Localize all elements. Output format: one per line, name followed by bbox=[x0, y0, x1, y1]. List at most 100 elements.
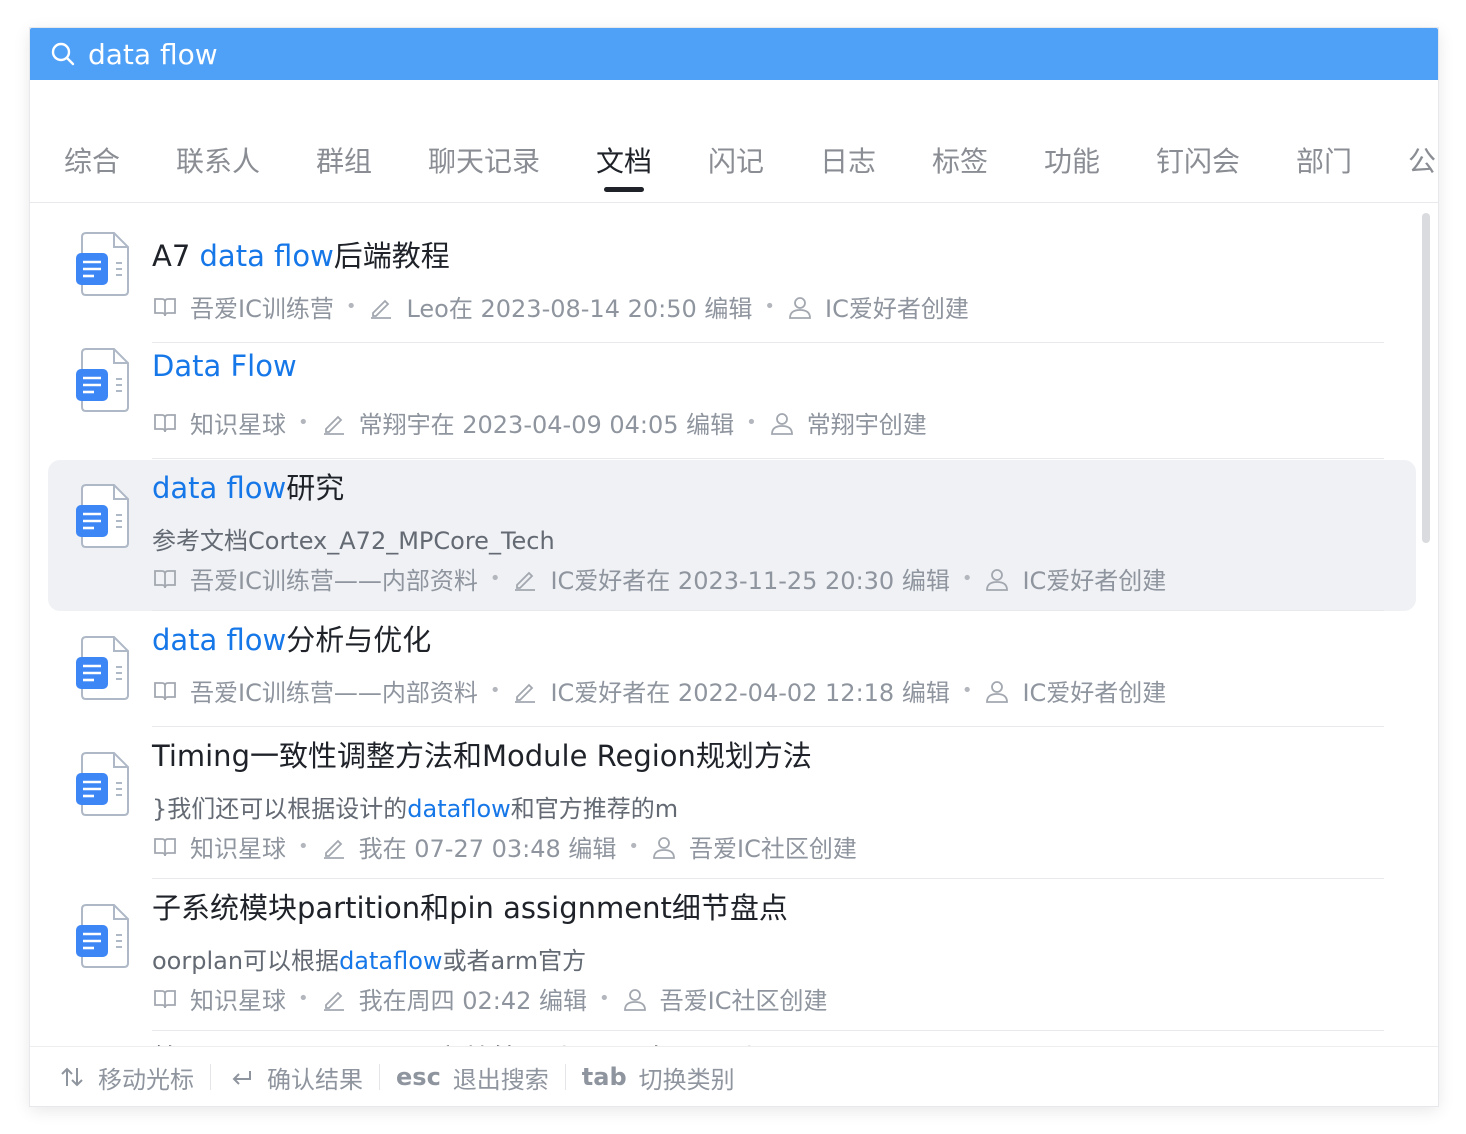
edit-icon bbox=[323, 991, 344, 1011]
meta-edited-text: 我在周四 02:42 编辑 bbox=[358, 987, 588, 1015]
result-item[interactable]: data flow研究参考文档Cortex_A72_MPCore_Tech 吾爱I… bbox=[48, 460, 1416, 611]
hint-confirm-label: 确认结果 bbox=[267, 1065, 363, 1094]
document-icon-wrap bbox=[76, 483, 130, 549]
tab-chat-history[interactable]: 聊天记录 bbox=[428, 140, 540, 180]
meta-edited: 常翔宇在 2023-04-09 04:05 编辑 bbox=[321, 405, 735, 440]
user-icon bbox=[789, 296, 811, 319]
snippet-match-highlight: dataflow bbox=[339, 947, 443, 975]
result-meta: 知识星球 • 我在周四 02:42 编辑 • 吾爱IC社区创建 bbox=[152, 981, 828, 1016]
snippet-text: }我们还可以根据设计的 bbox=[152, 795, 408, 823]
meta-source-text: 知识星球 bbox=[190, 987, 286, 1015]
meta-edited: IC爱好者在 2023-11-25 20:30 编辑 bbox=[512, 561, 950, 596]
title-text: A7 bbox=[152, 239, 200, 273]
tab-tags[interactable]: 标签 bbox=[932, 140, 988, 180]
snippet-text: 或者arm官方 bbox=[442, 947, 587, 975]
result-meta: 吾爱IC训练营 • Leo在 2023-08-14 20:50 编辑 • IC爱好者创建 bbox=[152, 289, 969, 324]
separator-dot: • bbox=[961, 680, 973, 701]
snippet-text: 参考文档Cortex_A72_MPCore_Tech bbox=[152, 527, 555, 555]
meta-source: 吾爱IC训练营——内部资料 bbox=[152, 561, 478, 596]
tab-all[interactable]: 综合 bbox=[64, 140, 120, 180]
meta-creator: 常翔宇创建 bbox=[769, 405, 927, 440]
document-icon-wrap bbox=[76, 635, 130, 701]
search-icon bbox=[51, 42, 75, 66]
edit-icon bbox=[323, 839, 344, 859]
meta-creator-text: 常翔宇创建 bbox=[806, 411, 927, 439]
active-tab-indicator bbox=[604, 187, 644, 192]
meta-edited: Leo在 2023-08-14 20:50 编辑 bbox=[368, 289, 752, 324]
tab-departments[interactable]: 部门 bbox=[1296, 140, 1352, 180]
meta-creator-text: IC爱好者创建 bbox=[1022, 567, 1167, 595]
hint-switch: tab 切换类别 bbox=[566, 1063, 751, 1094]
title-text: 后端教程 bbox=[333, 239, 450, 273]
document-icon-wrap bbox=[76, 903, 130, 969]
separator-dot: • bbox=[345, 296, 357, 317]
meta-creator: IC爱好者创建 bbox=[984, 561, 1166, 596]
result-meta: 知识星球 • 常翔宇在 2023-04-09 04:05 编辑 • 常翔宇创建 bbox=[152, 405, 927, 440]
document-icon bbox=[76, 484, 129, 548]
meta-source: 知识星球 bbox=[152, 829, 286, 864]
hint-exit: esc 退出搜索 bbox=[380, 1063, 566, 1094]
result-item[interactable]: Timing一致性调整方法和Module Region规划方法 }我们还可以根据设… bbox=[48, 727, 1416, 878]
document-icon bbox=[76, 636, 129, 700]
result-snippet: oorplan可以根据dataflow或者arm官方 bbox=[152, 941, 586, 976]
edit-icon bbox=[323, 415, 344, 435]
document-icon-wrap bbox=[76, 347, 130, 413]
separator-dot: • bbox=[298, 988, 309, 1009]
result-item[interactable]: A7 data flow后端教程 吾爱IC训练营 • Leo在 2023-08-14 … bbox=[48, 223, 1416, 339]
tab-groups[interactable]: 群组 bbox=[316, 140, 372, 180]
hint-move: 移动光标 bbox=[30, 1064, 211, 1094]
document-icon bbox=[76, 232, 129, 296]
knowledge-base-icon bbox=[154, 681, 176, 700]
meta-edited-text: 常翔宇在 2023-04-09 04:05 编辑 bbox=[358, 411, 735, 439]
document-icon-wrap bbox=[76, 231, 130, 297]
hint-switch-label: 切换类别 bbox=[638, 1065, 735, 1094]
result-title: Data Flow bbox=[152, 349, 297, 383]
result-item[interactable]: Data Flow 知识星球 • 常翔宇在 2023-04-09 04:05 编辑 • 常… bbox=[48, 339, 1416, 455]
document-icon bbox=[76, 348, 129, 412]
hint-exit-label: 退出搜索 bbox=[452, 1065, 549, 1094]
user-icon bbox=[623, 988, 646, 1011]
knowledge-base-icon bbox=[154, 989, 176, 1008]
tab-flash-meeting[interactable]: 钉闪会 bbox=[1156, 140, 1240, 180]
esc-key: esc bbox=[396, 1063, 441, 1091]
meta-creator-text: 吾爱IC社区创建 bbox=[659, 987, 828, 1015]
result-title: data flow研究 bbox=[152, 465, 344, 507]
tab-functions[interactable]: 功能 bbox=[1044, 140, 1100, 180]
result-title: data flow分析与优化 bbox=[152, 617, 431, 659]
user-icon bbox=[770, 412, 793, 435]
tab-contacts[interactable]: 联系人 bbox=[176, 140, 260, 180]
tab-flash-notes[interactable]: 闪记 bbox=[708, 140, 764, 180]
separator-dot: • bbox=[489, 568, 501, 589]
meta-edited-text: 我在 07-27 03:48 编辑 bbox=[358, 835, 617, 863]
meta-source: 吾爱IC训练营 bbox=[152, 289, 334, 324]
separator-dot: • bbox=[764, 296, 776, 317]
meta-source: 知识星球 bbox=[152, 405, 286, 440]
meta-creator: 吾爱IC社区创建 bbox=[622, 981, 828, 1016]
result-title: Timing一致性调整方法和Module Region规划方法 bbox=[152, 733, 812, 775]
result-item[interactable]: data flow分析与优化 吾爱IC训练营——内部资料 • IC爱好者在 2022-… bbox=[48, 611, 1416, 727]
knowledge-base-icon bbox=[154, 569, 176, 588]
separator-dot: • bbox=[961, 568, 973, 589]
hint-confirm: 确认结果 bbox=[211, 1064, 380, 1094]
meta-edited: 我在周四 02:42 编辑 bbox=[321, 981, 587, 1016]
document-icon-wrap bbox=[76, 751, 130, 817]
tab-key: tab bbox=[581, 1063, 627, 1091]
user-icon bbox=[986, 680, 1009, 703]
search-input[interactable] bbox=[88, 34, 1388, 74]
tab-logs[interactable]: 日志 bbox=[820, 140, 876, 180]
title-text: 分析与优化 bbox=[286, 623, 432, 657]
scrollbar[interactable] bbox=[1422, 213, 1430, 543]
up-down-arrows-icon bbox=[61, 1067, 83, 1087]
snippet-text: oorplan可以根据 bbox=[152, 947, 340, 975]
tab-documents[interactable]: 文档 bbox=[596, 140, 652, 180]
title-text: 子系统模块partition和pin assignment细节盘点 bbox=[152, 891, 788, 925]
tab-more[interactable]: 公 bbox=[1408, 140, 1436, 180]
search-panel: 综合 联系人 群组 聊天记录 文档 闪记 日志 标签 功能 钉闪会 部门 公 A… bbox=[30, 28, 1438, 1106]
user-icon bbox=[653, 836, 675, 859]
separator-dot: • bbox=[298, 412, 309, 433]
meta-source: 吾爱IC训练营——内部资料 bbox=[152, 673, 478, 708]
result-item[interactable]: 子系统模块partition和pin assignment细节盘点 oorplan… bbox=[48, 879, 1416, 1030]
snippet-text: 和官方推荐的m bbox=[510, 795, 679, 823]
knowledge-base-icon bbox=[154, 413, 176, 432]
result-snippet: }我们还可以根据设计的dataflow和官方推荐的m bbox=[152, 789, 678, 824]
